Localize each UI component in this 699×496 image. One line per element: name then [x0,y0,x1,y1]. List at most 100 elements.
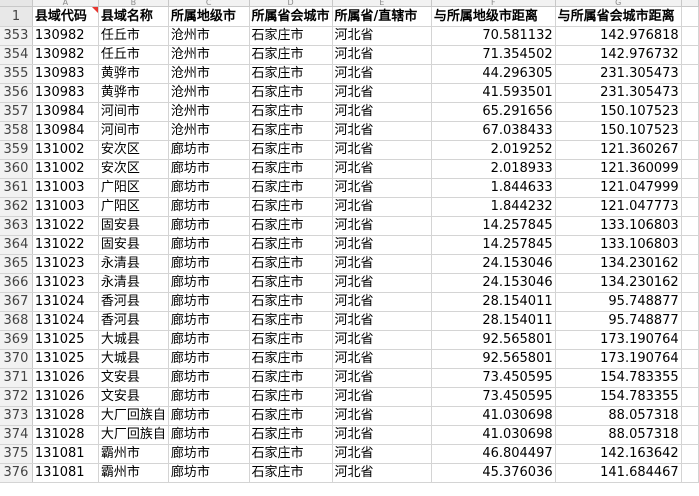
prefecture-distance-cell[interactable]: 2.019252 [431,140,556,160]
prefecture-distance-cell[interactable]: 41.030698 [431,425,556,445]
prefecture-distance-cell[interactable]: 14.257845 [431,235,556,255]
capital-distance-cell[interactable]: 154.783355 [555,387,682,407]
capital-city-cell[interactable]: 石家庄市 [249,197,333,217]
prefecture-city-cell[interactable]: 廊坊市 [168,444,250,464]
row-number[interactable]: 355 [0,64,33,84]
capital-city-cell[interactable]: 石家庄市 [249,387,333,407]
prefecture-distance-cell[interactable]: 92.565801 [431,349,556,369]
province-cell[interactable]: 河北省 [332,311,432,331]
capital-distance-cell[interactable]: 141.684467 [555,463,682,483]
prefecture-distance-cell[interactable]: 45.376036 [431,463,556,483]
capital-distance-cell[interactable]: 142.976818 [555,26,682,46]
county-name-cell[interactable]: 大厂回族自 [98,425,169,445]
prefecture-distance-cell[interactable]: 44.296305 [431,64,556,84]
prefecture-city-cell[interactable]: 沧州市 [168,83,250,103]
row-number[interactable]: 358 [0,121,33,141]
county-code-cell[interactable]: 131026 [32,387,99,407]
empty-cell[interactable] [681,26,699,46]
capital-distance-cell[interactable]: 133.106803 [555,216,682,236]
province-cell[interactable]: 河北省 [332,444,432,464]
county-code-cell[interactable]: 131023 [32,273,99,293]
prefecture-city-cell[interactable]: 沧州市 [168,45,250,65]
province-cell[interactable]: 河北省 [332,425,432,445]
county-code-cell[interactable]: 130982 [32,26,99,46]
prefecture-distance-cell[interactable]: 41.593501 [431,83,556,103]
county-code-cell[interactable]: 131025 [32,330,99,350]
row-number[interactable]: 374 [0,425,33,445]
county-code-cell[interactable]: 130984 [32,102,99,122]
province-cell[interactable]: 河北省 [332,235,432,255]
county-name-cell[interactable]: 固安县 [98,235,169,255]
capital-distance-cell[interactable]: 142.163642 [555,444,682,464]
province-cell[interactable]: 河北省 [332,254,432,274]
capital-city-cell[interactable]: 石家庄市 [249,26,333,46]
row-number[interactable]: 364 [0,235,33,255]
capital-city-cell[interactable]: 石家庄市 [249,406,333,426]
empty-cell[interactable] [681,235,699,255]
capital-distance-cell[interactable]: 95.748877 [555,292,682,312]
county-name-cell[interactable]: 大城县 [98,349,169,369]
capital-distance-cell[interactable]: 121.047773 [555,197,682,217]
capital-city-cell[interactable]: 石家庄市 [249,463,333,483]
empty-cell[interactable] [681,292,699,312]
county-name-cell[interactable]: 任丘市 [98,26,169,46]
empty-cell[interactable] [681,121,699,141]
header-cell-capital-city[interactable]: 所属省会城市 [249,6,333,27]
row-number[interactable]: 367 [0,292,33,312]
prefecture-city-cell[interactable]: 廊坊市 [168,292,250,312]
county-name-cell[interactable]: 永清县 [98,273,169,293]
prefecture-distance-cell[interactable]: 28.154011 [431,311,556,331]
county-code-cell[interactable]: 131003 [32,178,99,198]
capital-distance-cell[interactable]: 142.976732 [555,45,682,65]
province-cell[interactable]: 河北省 [332,45,432,65]
empty-cell[interactable] [681,140,699,160]
capital-city-cell[interactable]: 石家庄市 [249,330,333,350]
row-number[interactable]: 372 [0,387,33,407]
row-number[interactable]: 1 [0,6,33,27]
county-code-cell[interactable]: 131025 [32,349,99,369]
province-cell[interactable]: 河北省 [332,102,432,122]
empty-cell[interactable] [681,330,699,350]
province-cell[interactable]: 河北省 [332,140,432,160]
empty-cell[interactable] [681,102,699,122]
row-number[interactable]: 376 [0,463,33,483]
capital-distance-cell[interactable]: 121.047999 [555,178,682,198]
county-name-cell[interactable]: 广阳区 [98,178,169,198]
county-code-cell[interactable]: 131081 [32,463,99,483]
empty-cell[interactable] [681,311,699,331]
county-code-cell[interactable]: 131022 [32,235,99,255]
empty-cell[interactable] [681,463,699,483]
province-cell[interactable]: 河北省 [332,26,432,46]
province-cell[interactable]: 河北省 [332,159,432,179]
capital-city-cell[interactable]: 石家庄市 [249,292,333,312]
prefecture-city-cell[interactable]: 廊坊市 [168,368,250,388]
county-code-cell[interactable]: 130982 [32,45,99,65]
county-name-cell[interactable]: 香河县 [98,311,169,331]
county-code-cell[interactable]: 131024 [32,292,99,312]
header-cell-county-code[interactable]: 县域代码 [32,6,99,27]
spreadsheet-grid[interactable]: A B C D E F G 1 县域代码 县域名称 所属地级市 所属省会城市 所… [0,0,699,496]
capital-distance-cell[interactable]: 231.305473 [555,83,682,103]
empty-cell[interactable] [681,349,699,369]
capital-distance-cell[interactable]: 121.360267 [555,140,682,160]
prefecture-distance-cell[interactable]: 46.804497 [431,444,556,464]
prefecture-distance-cell[interactable]: 28.154011 [431,292,556,312]
prefecture-distance-cell[interactable]: 67.038433 [431,121,556,141]
county-code-cell[interactable]: 131022 [32,216,99,236]
county-code-cell[interactable]: 130984 [32,121,99,141]
capital-distance-cell[interactable]: 95.748877 [555,311,682,331]
county-name-cell[interactable]: 永清县 [98,254,169,274]
empty-cell[interactable] [681,197,699,217]
capital-city-cell[interactable]: 石家庄市 [249,102,333,122]
capital-distance-cell[interactable]: 88.057318 [555,425,682,445]
county-code-cell[interactable]: 130983 [32,64,99,84]
county-code-cell[interactable]: 131023 [32,254,99,274]
row-number[interactable]: 369 [0,330,33,350]
capital-distance-cell[interactable]: 150.107523 [555,102,682,122]
province-cell[interactable]: 河北省 [332,216,432,236]
capital-city-cell[interactable]: 石家庄市 [249,178,333,198]
capital-city-cell[interactable]: 石家庄市 [249,425,333,445]
county-code-cell[interactable]: 131003 [32,197,99,217]
empty-cell[interactable] [681,178,699,198]
province-cell[interactable]: 河北省 [332,387,432,407]
